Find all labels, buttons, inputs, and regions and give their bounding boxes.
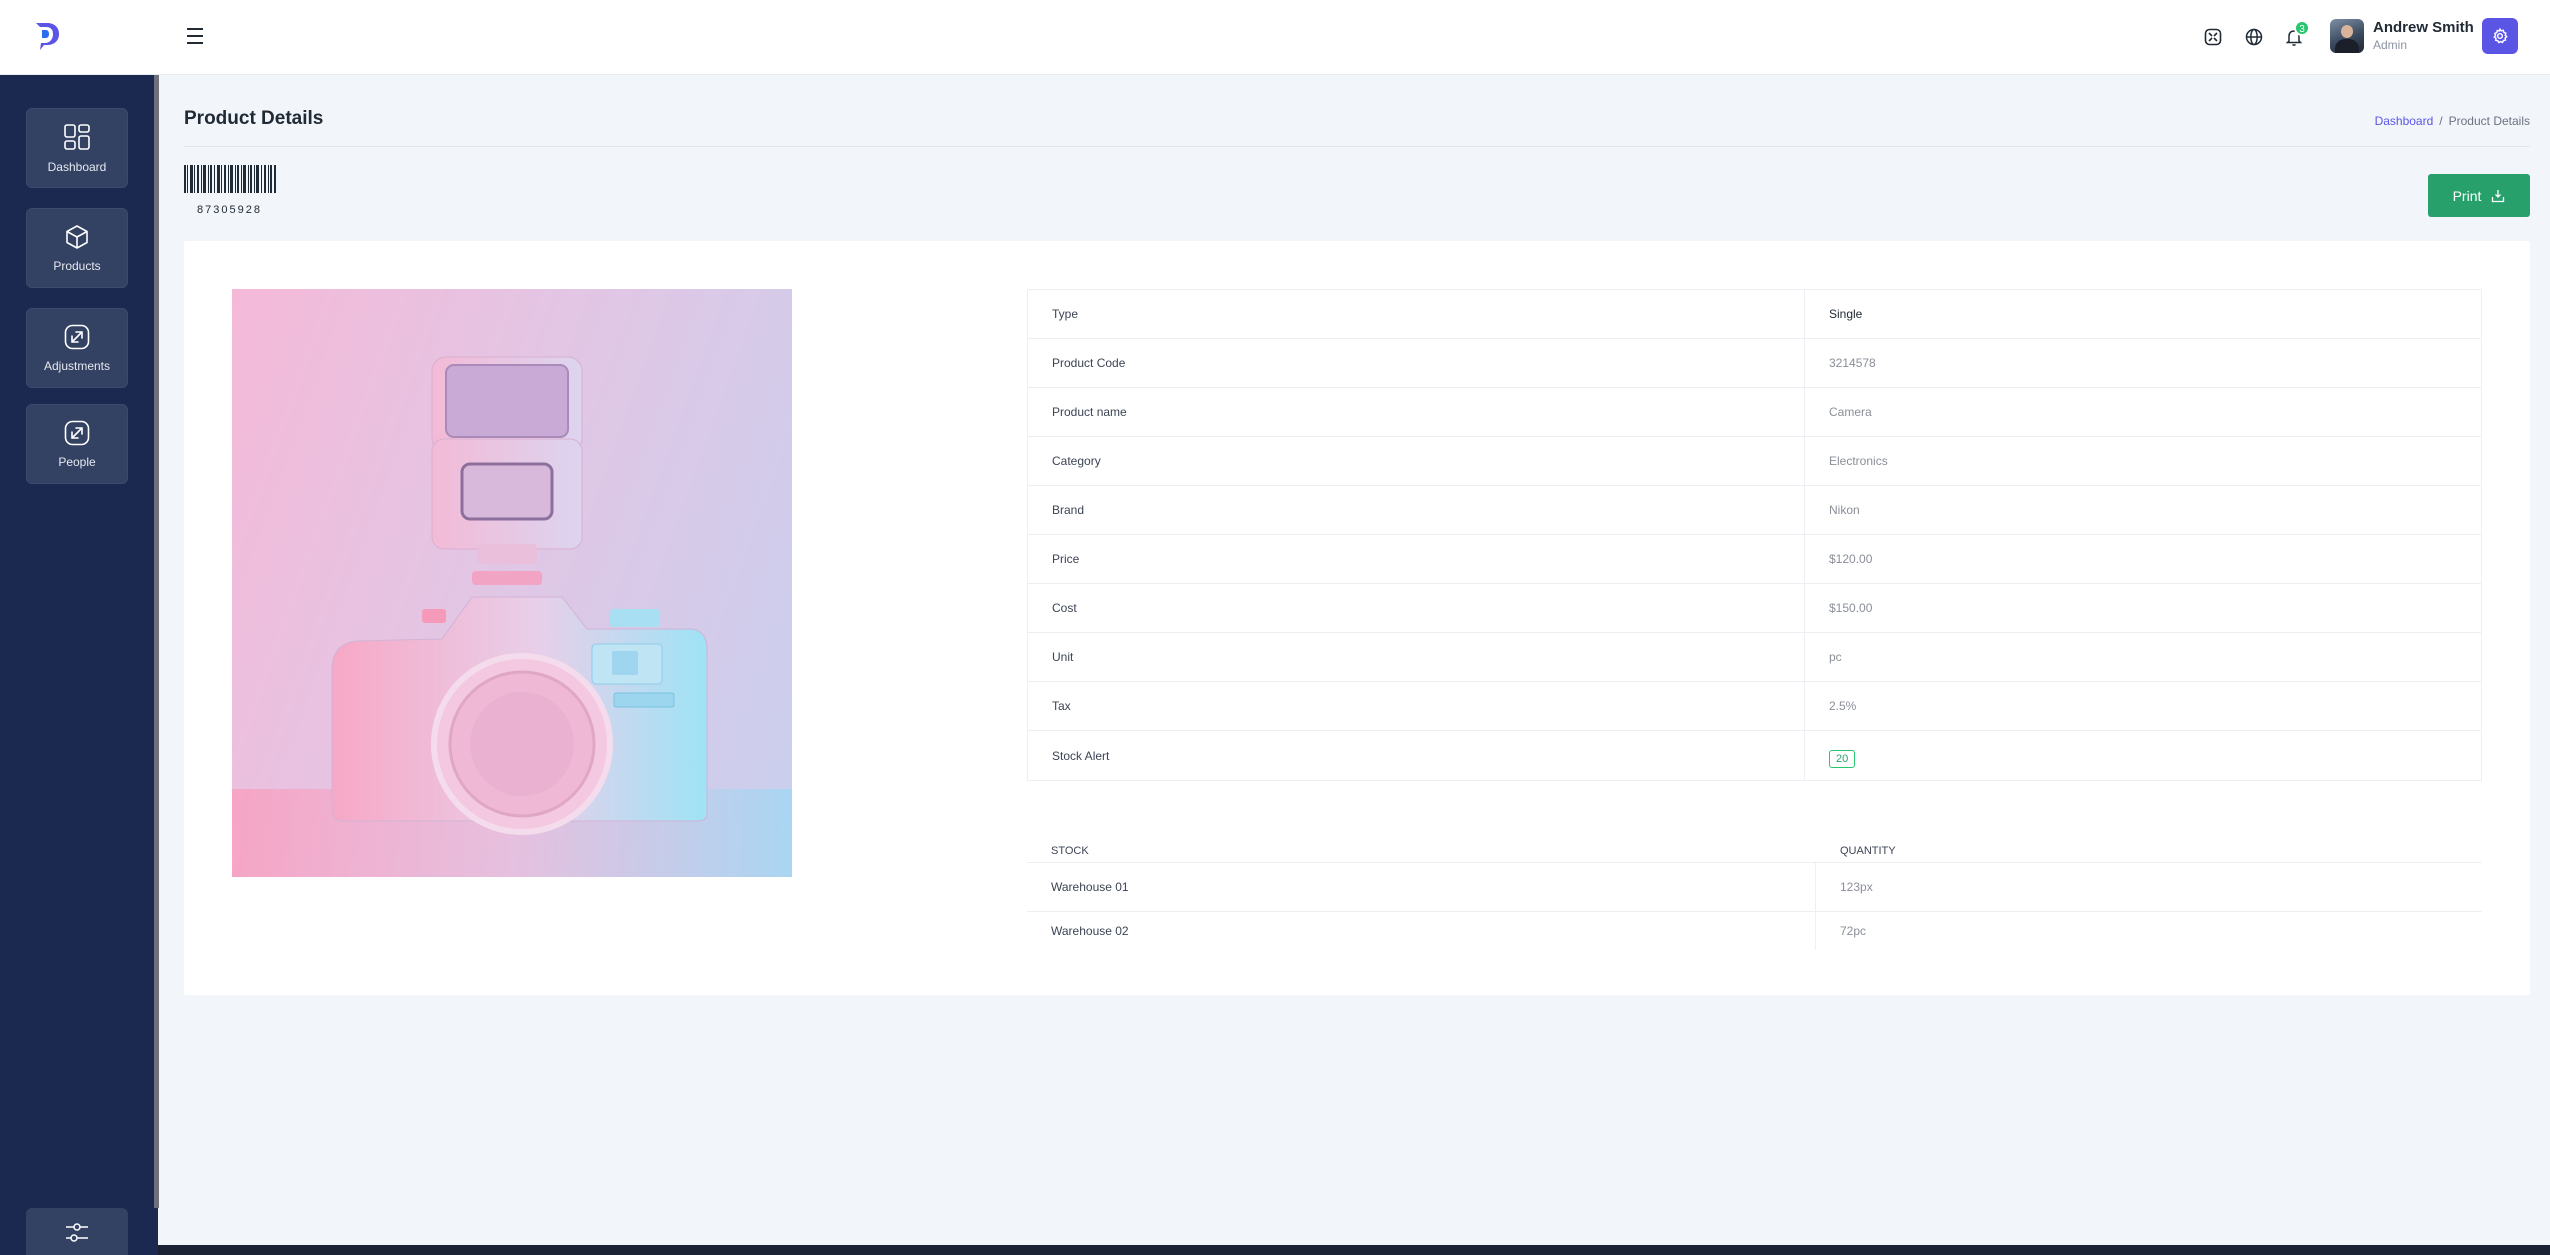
detail-label: Category — [1028, 437, 1805, 485]
detail-label: Price — [1028, 535, 1805, 583]
sidebar-item-dashboard[interactable]: Dashboard — [26, 108, 128, 188]
arrows-icon — [64, 420, 90, 446]
user-role: Admin — [2373, 38, 2408, 52]
table-row: Cost $150.00 — [1028, 584, 2481, 633]
detail-value: $150.00 — [1829, 601, 1873, 615]
table-row: Product Code 3214578 — [1028, 339, 2481, 388]
table-row: Warehouse 02 72pc — [1027, 912, 2482, 950]
sidebar-item-label: People — [58, 455, 96, 469]
user-profile-menu[interactable]: Andrew Smith Admin — [2330, 16, 2474, 56]
column-header-quantity: QUANTITY — [1840, 845, 1896, 857]
table-row: Type Single — [1028, 290, 2481, 339]
hamburger-line — [187, 28, 203, 30]
globe-icon — [2245, 28, 2263, 46]
print-button[interactable]: Print — [2428, 174, 2530, 217]
avatar-body — [2335, 39, 2359, 53]
table-row: Unit pc — [1028, 633, 2481, 682]
barcode-number: 87305928 — [197, 204, 262, 216]
sidebar-scrollbar[interactable] — [154, 75, 159, 1208]
avatar-head — [2341, 25, 2353, 38]
arrows-icon — [64, 324, 90, 350]
warehouse-name: Warehouse 01 — [1027, 863, 1816, 911]
notifications-button[interactable]: 3 — [2277, 20, 2311, 54]
top-header: 3 Andrew Smith Admin — [0, 0, 2550, 75]
user-name: Andrew Smith — [2373, 19, 2474, 36]
detail-label: Stock Alert — [1028, 731, 1805, 780]
detail-value: 3214578 — [1829, 356, 1876, 370]
warehouse-quantity: 123px — [1840, 880, 1873, 894]
table-row: Stock Alert 20 — [1028, 731, 2481, 780]
warehouse-name: Warehouse 02 — [1027, 912, 1816, 950]
detail-value: Electronics — [1829, 454, 1888, 468]
print-button-label: Print — [2452, 187, 2482, 204]
detail-label: Product Code — [1028, 339, 1805, 387]
detail-value: 2.5% — [1829, 699, 1857, 713]
detail-value-cell: 20 — [1805, 731, 2481, 780]
sidebar-item-products[interactable]: Products — [26, 208, 128, 288]
divider — [184, 146, 2530, 147]
settings-button[interactable] — [2482, 18, 2518, 54]
horizontal-scrollbar[interactable] — [158, 1245, 2550, 1255]
avatar — [2330, 19, 2364, 53]
detail-value: Camera — [1829, 405, 1872, 419]
camera-illustration — [232, 356, 792, 877]
table-row: Price $120.00 — [1028, 535, 2481, 584]
detail-value: pc — [1829, 650, 1842, 664]
hamburger-line — [187, 42, 203, 44]
detail-value: Single — [1829, 307, 1863, 321]
warehouse-quantity: 72pc — [1840, 924, 1867, 938]
printer-icon — [2492, 189, 2505, 202]
stock-alert-badge: 20 — [1829, 749, 1856, 768]
gear-icon — [2493, 27, 2508, 44]
dashboard-icon — [64, 124, 90, 150]
breadcrumb-current: Product Details — [2448, 114, 2530, 128]
page-title: Product Details — [184, 108, 324, 129]
sidebar-item-label: Adjustments — [43, 359, 111, 373]
detail-label: Cost — [1028, 584, 1805, 632]
sidebar-item-people[interactable]: People — [26, 404, 128, 484]
detail-label: Type — [1028, 290, 1805, 338]
breadcrumb-link-dashboard[interactable]: Dashboard — [2375, 114, 2434, 128]
logo-icon[interactable] — [29, 19, 63, 53]
barcode-image — [184, 165, 276, 193]
box-icon — [66, 225, 88, 249]
hamburger-line — [187, 35, 203, 37]
breadcrumb: Dashboard / Product Details — [2375, 114, 2530, 128]
column-header-stock: STOCK — [1051, 845, 1089, 857]
table-row: Category Electronics — [1028, 437, 2481, 486]
detail-label: Product name — [1028, 388, 1805, 436]
stock-table: Warehouse 01 123px Warehouse 02 72pc — [1027, 862, 2482, 950]
table-row: Brand Nikon — [1028, 486, 2481, 535]
table-row: Tax 2.5% — [1028, 682, 2481, 731]
notification-badge: 3 — [2294, 20, 2310, 36]
fullscreen-button[interactable] — [2196, 20, 2230, 54]
table-row: Product name Camera — [1028, 388, 2481, 437]
detail-label: Brand — [1028, 486, 1805, 534]
sidebar-item-label: Dashboard — [47, 160, 107, 174]
detail-value: Nikon — [1829, 503, 1860, 517]
sidebar-customize-button[interactable] — [26, 1208, 128, 1255]
user-info: Andrew Smith Admin — [2373, 19, 2474, 53]
detail-label: Tax — [1028, 682, 1805, 730]
detail-value: $120.00 — [1829, 552, 1873, 566]
sliders-icon — [66, 1222, 88, 1242]
fullscreen-icon — [2204, 28, 2222, 46]
sidebar-item-label: Products — [53, 259, 101, 273]
language-button[interactable] — [2237, 20, 2271, 54]
menu-toggle-button[interactable] — [180, 21, 212, 51]
product-image — [232, 289, 792, 877]
breadcrumb-separator: / — [2439, 114, 2443, 128]
product-details-table: Type Single Product Code 3214578 Product… — [1027, 289, 2482, 781]
detail-label: Unit — [1028, 633, 1805, 681]
sidebar-item-adjustments[interactable]: Adjustments — [26, 308, 128, 388]
table-row: Warehouse 01 123px — [1027, 863, 2482, 912]
